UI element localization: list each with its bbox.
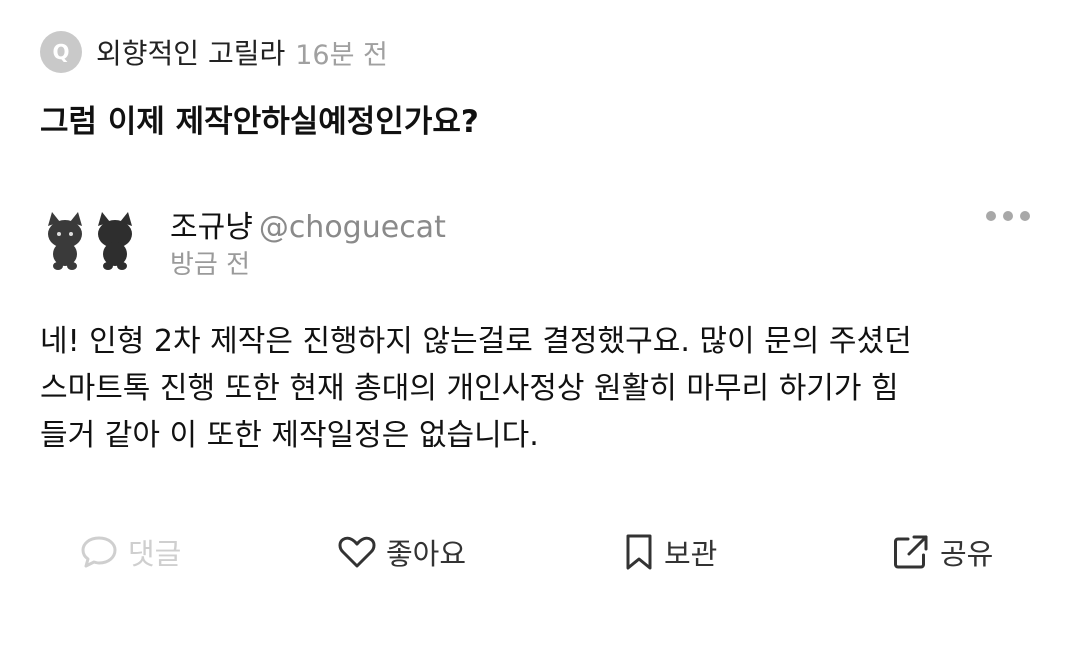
avatar[interactable]: [40, 204, 140, 274]
heart-icon: [338, 536, 376, 568]
answer-author[interactable]: 조규냥 @choguecat: [170, 202, 446, 246]
question-timestamp: 16분 전: [295, 39, 388, 71]
comment-button[interactable]: 댓글: [80, 524, 181, 580]
answer-timestamp: 방금 전: [170, 250, 251, 280]
like-button[interactable]: 좋아요: [338, 524, 466, 580]
answer-line: 네! 인형 2차 제작은 진행하지 않는걸로 결정했구요. 많이 문의 주셨던: [40, 324, 912, 359]
bookmark-icon: [626, 534, 652, 570]
more-dots-icon: [986, 211, 996, 221]
answer-body: 네! 인형 2차 제작은 진행하지 않는걸로 결정했구요. 많이 문의 주셨던 …: [40, 318, 1040, 459]
question-author[interactable]: 외향적인 고릴라: [96, 32, 285, 72]
comment-label: 댓글: [128, 537, 182, 571]
comment-bubble-icon: [81, 536, 117, 568]
answer-line: 스마트톡 진행 또한 현재 총대의 개인사정상 원활히 마무리 하기가 힘: [40, 371, 899, 406]
share-button[interactable]: 공유: [892, 524, 993, 580]
author-display-name: 조규냥: [170, 210, 253, 245]
save-button[interactable]: 보관: [624, 524, 717, 580]
save-label: 보관: [664, 537, 718, 571]
like-label: 좋아요: [386, 537, 467, 571]
action-bar: 댓글 좋아요 보관 공유: [0, 524, 1079, 580]
more-options-button[interactable]: [986, 206, 1030, 226]
question-text: 그럼 이제 제작안하실예정인가요?: [40, 104, 479, 140]
author-handle: @choguecat: [258, 210, 446, 245]
share-external-icon: [894, 535, 928, 569]
qa-page: Q 외향적인 고릴라 16분 전 그럼 이제 제작안하실예정인가요? 조규냥 @…: [0, 0, 1079, 654]
question-badge-icon: Q: [40, 31, 82, 73]
answer-author-row: 조규냥 @choguecat 방금 전: [40, 200, 1040, 280]
cat-avatar-icon: [48, 212, 132, 270]
share-label: 공유: [940, 537, 994, 571]
answer-line: 들거 같아 이 또한 제작일정은 없습니다.: [40, 418, 539, 453]
question-header: Q 외향적인 고릴라 16분 전: [40, 30, 388, 74]
